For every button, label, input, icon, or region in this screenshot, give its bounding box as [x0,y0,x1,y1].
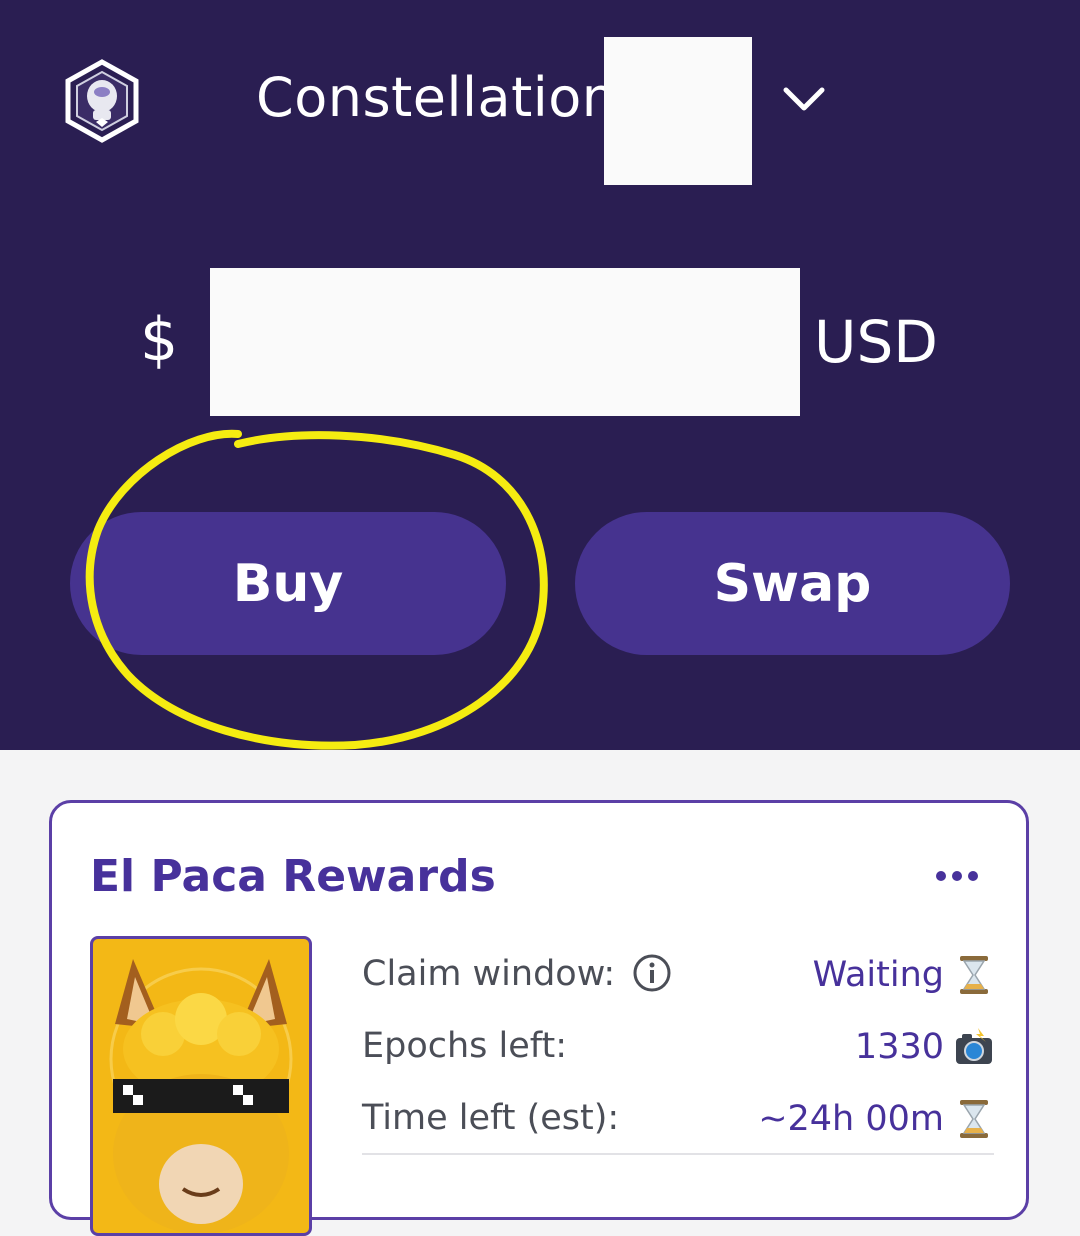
network-selector-label[interactable]: Constellation [256,66,617,129]
buy-button[interactable]: Buy [70,512,506,655]
stargazer-logo-icon[interactable] [62,58,142,144]
epochs-left-label: Epochs left: [362,1026,568,1066]
camera-flash-icon [956,1028,992,1064]
chevron-down-icon[interactable] [780,82,828,118]
claim-window-row: Claim window: Waiting [362,948,994,1008]
el-paca-rewards-card: El Paca Rewards Claim window: Waiting Ep… [49,800,1029,1236]
time-left-value: ~24h 00m [758,1098,994,1140]
claim-window-label: Claim window: [362,954,616,994]
swap-button[interactable]: Swap [575,512,1010,655]
epochs-left-row: Epochs left: 1330 [362,1020,994,1080]
time-left-row: Time left (est): ~24h 00m [362,1092,994,1152]
el-paca-nft-image [90,936,312,1236]
currency-symbol: $ [140,305,179,375]
wallet-header: Constellation $ USD Buy Swap [0,0,1080,750]
divider [362,1153,994,1155]
more-options-icon[interactable] [932,869,982,883]
redacted-area [604,37,752,185]
info-icon[interactable] [632,953,672,993]
hourglass-icon [960,956,988,994]
redacted-balance [210,268,800,416]
time-left-label: Time left (est): [362,1098,620,1138]
claim-window-value: Waiting [813,954,994,996]
card-title: El Paca Rewards [90,851,496,902]
epochs-left-value: 1330 [855,1026,994,1068]
hourglass-icon [960,1100,988,1138]
currency-code: USD [814,308,938,376]
